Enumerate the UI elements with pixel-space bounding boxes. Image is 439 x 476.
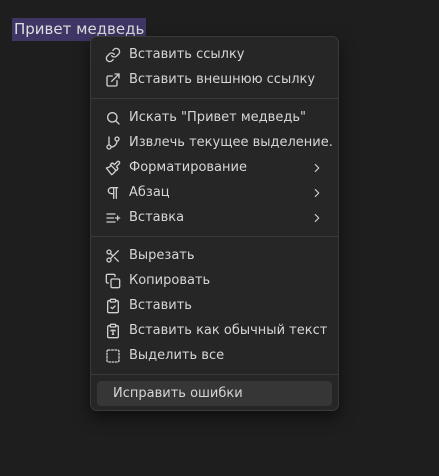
menu-item-copy[interactable]: Копировать xyxy=(97,268,332,293)
menu-item-label: Извлечь текущее выделение... xyxy=(129,135,332,150)
menu-item-label: Вырезать xyxy=(129,248,195,263)
menu-item-label: Исправить ошибки xyxy=(113,386,243,401)
clipboard-check-icon xyxy=(105,298,121,314)
context-menu: Вставить ссылку Вставить внешнюю ссылку xyxy=(90,36,339,411)
paintbrush-icon xyxy=(105,160,121,176)
menu-item-fix-errors[interactable]: Исправить ошибки xyxy=(97,381,332,406)
copy-icon xyxy=(105,273,121,289)
menu-item-insert[interactable]: Вставка xyxy=(97,205,332,230)
menu-item-label: Вставить ссылку xyxy=(129,47,245,62)
clipboard-type-icon xyxy=(105,323,121,339)
select-all-icon xyxy=(105,348,121,364)
menu-item-insert-external-link[interactable]: Вставить внешнюю ссылку xyxy=(97,67,332,92)
chevron-right-icon xyxy=(310,161,324,175)
external-link-icon xyxy=(105,72,121,88)
search-icon xyxy=(105,110,121,126)
menu-item-label: Вставить xyxy=(129,298,192,313)
menu-item-cut[interactable]: Вырезать xyxy=(97,243,332,268)
menu-item-insert-link[interactable]: Вставить ссылку xyxy=(97,42,332,67)
menu-separator xyxy=(91,374,338,375)
menu-item-label: Вставить как обычный текст xyxy=(129,323,328,338)
pilcrow-icon xyxy=(105,185,121,201)
chevron-right-icon xyxy=(310,186,324,200)
menu-item-label: Абзац xyxy=(129,185,170,200)
menu-item-label: Вставка xyxy=(129,210,185,225)
menu-item-paste-plain[interactable]: Вставить как обычный текст xyxy=(97,318,332,343)
menu-item-label: Вставить внешнюю ссылку xyxy=(129,72,316,87)
menu-item-label: Выделить все xyxy=(129,348,225,363)
menu-item-paste[interactable]: Вставить xyxy=(97,293,332,318)
menu-item-formatting[interactable]: Форматирование xyxy=(97,155,332,180)
menu-item-select-all[interactable]: Выделить все xyxy=(97,343,332,368)
menu-item-label: Копировать xyxy=(129,273,211,288)
menu-item-label: Искать "Привет медведь" xyxy=(129,110,306,125)
git-branch-icon xyxy=(105,135,121,151)
list-plus-icon xyxy=(105,210,121,226)
scissors-icon xyxy=(105,248,121,264)
menu-item-search-selection[interactable]: Искать "Привет медведь" xyxy=(97,105,332,130)
menu-separator xyxy=(91,236,338,237)
menu-separator xyxy=(91,98,338,99)
menu-item-extract-selection[interactable]: Извлечь текущее выделение... xyxy=(97,130,332,155)
chevron-right-icon xyxy=(310,211,324,225)
menu-item-paragraph[interactable]: Абзац xyxy=(97,180,332,205)
link-icon xyxy=(105,47,121,63)
menu-item-label: Форматирование xyxy=(129,160,247,175)
editor-area[interactable]: Привет медведь Вставить ссылку Вставить … xyxy=(0,0,439,476)
